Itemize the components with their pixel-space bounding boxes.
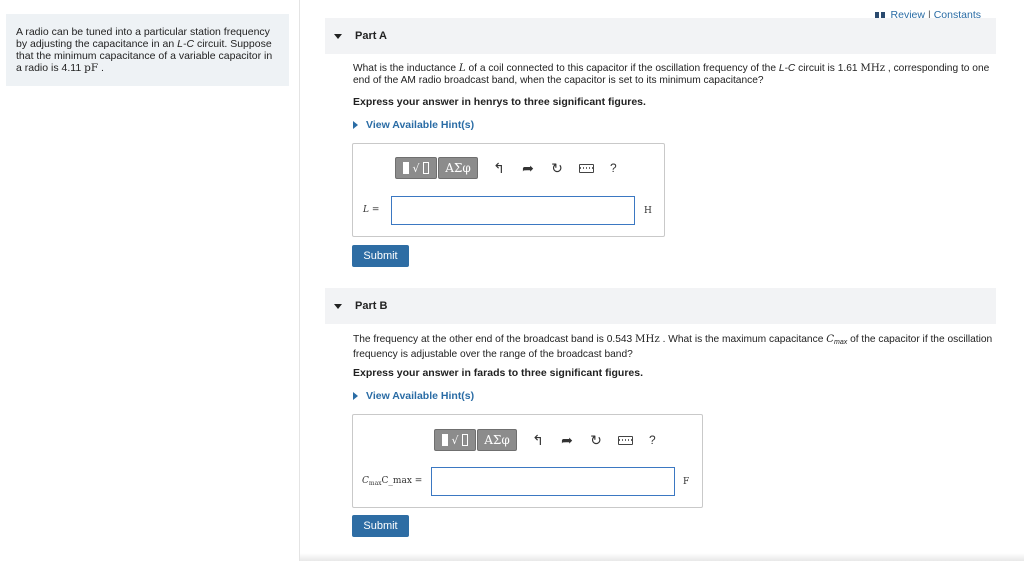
collapse-caret-icon[interactable]	[334, 33, 342, 39]
fraction-radical-icon[interactable]: √	[434, 429, 476, 451]
inductance-symbol: L	[458, 63, 466, 74]
fraction-radical-icon[interactable]: √	[395, 157, 437, 179]
radical-glyph: √	[451, 433, 459, 447]
part-b-question-text: . What is the maximum capacitance	[659, 334, 827, 345]
radical-glyph: √	[412, 161, 420, 175]
frequency-unit: MHz	[860, 63, 886, 74]
column-divider	[299, 0, 300, 561]
reset-icon[interactable]: ↻	[588, 432, 604, 448]
part-a-question: What is the inductance L of a coil conne…	[353, 63, 993, 87]
part-a-toolbar: √ ΑΣφ ↰ ➦ ↻ ?	[395, 157, 617, 179]
undo-icon[interactable]: ↰	[491, 160, 507, 176]
part-b-hint-toggle[interactable]: View Available Hint(s)	[353, 390, 474, 402]
variable-plain-text: C_max =	[381, 476, 423, 486]
circuit-label: L-C	[778, 63, 796, 74]
part-a-variable-label: L =	[363, 205, 379, 215]
part-a-question-text: What is the inductance	[353, 63, 459, 74]
keyboard-icon[interactable]	[578, 160, 594, 176]
part-a-instruction: Express your answer in henrys to three s…	[353, 96, 646, 108]
capacitance-unit: pF	[84, 62, 99, 74]
problem-text-end: .	[98, 62, 104, 74]
expand-triangle-icon	[353, 121, 358, 129]
part-a-question-text: circuit is 1.61	[795, 63, 861, 74]
part-b-submit-button[interactable]: Submit	[352, 515, 409, 537]
bottom-shadow	[300, 553, 1024, 561]
part-b-title: Part B	[355, 300, 388, 312]
part-b-unit: F	[683, 477, 690, 487]
redo-icon[interactable]: ➦	[520, 160, 536, 176]
part-b-header[interactable]: Part B	[325, 288, 996, 324]
part-a-unit: H	[644, 206, 652, 216]
help-button[interactable]: ?	[649, 433, 656, 447]
capacitance-subscript: max	[368, 480, 382, 487]
part-a-title: Part A	[355, 30, 387, 42]
capacitance-subscript: max	[834, 339, 848, 346]
capacitance-symbol: C	[362, 476, 369, 486]
equals-sign: =	[368, 205, 380, 215]
part-a-answer-input[interactable]	[391, 196, 635, 225]
part-a-question-text: of a coil connected to this capacitor if…	[465, 63, 779, 74]
keyboard-icon[interactable]	[617, 432, 633, 448]
part-b-variable-label: CmaxC_max =	[362, 476, 422, 487]
reset-icon[interactable]: ↻	[549, 160, 565, 176]
part-b-instruction: Express your answer in farads to three s…	[353, 367, 644, 379]
part-b-toolbar: √ ΑΣφ ↰ ➦ ↻ ?	[434, 429, 656, 451]
part-b-answer-input[interactable]	[431, 467, 675, 496]
undo-icon[interactable]: ↰	[530, 432, 546, 448]
part-b-hint-label: View Available Hint(s)	[366, 390, 475, 402]
greek-symbols-button[interactable]: ΑΣφ	[477, 429, 517, 451]
part-a-hint-toggle[interactable]: View Available Hint(s)	[353, 119, 474, 131]
redo-icon[interactable]: ➦	[559, 432, 575, 448]
part-a-hint-label: View Available Hint(s)	[366, 119, 475, 131]
collapse-caret-icon[interactable]	[334, 303, 342, 309]
greek-symbols-button[interactable]: ΑΣφ	[438, 157, 478, 179]
expand-triangle-icon	[353, 392, 358, 400]
part-b-question-text: The frequency at the other end of the br…	[353, 334, 636, 345]
circuit-label: L-C	[177, 38, 195, 50]
capacitance-symbol: C	[826, 334, 834, 345]
part-b-question: The frequency at the other end of the br…	[353, 334, 993, 361]
part-a-submit-button[interactable]: Submit	[352, 245, 409, 267]
help-button[interactable]: ?	[610, 161, 617, 175]
frequency-unit: MHz	[635, 334, 660, 345]
problem-statement: A radio can be tuned into a particular s…	[6, 14, 289, 86]
part-a-header[interactable]: Part A	[325, 18, 996, 54]
